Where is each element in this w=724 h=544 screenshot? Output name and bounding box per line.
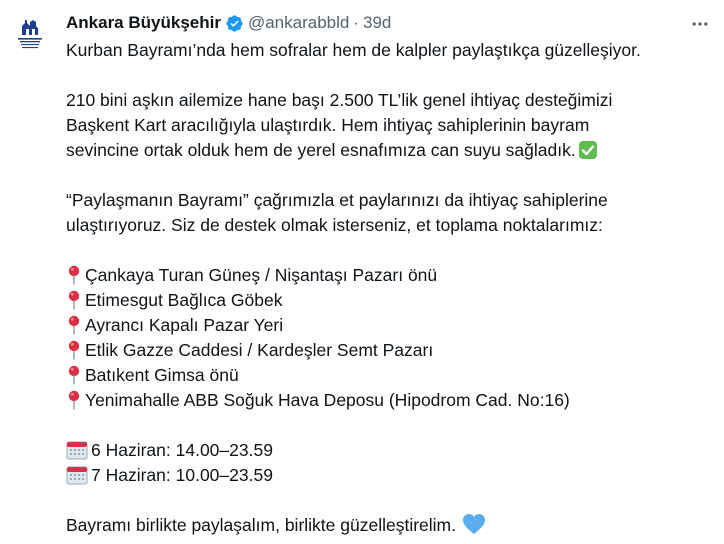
tweet-line: “Paylaşmanın Bayramı” çağrımızla et payl… [66,190,608,210]
location-item: Yenimahalle ABB Soğuk Hava Deposu (Hipod… [66,388,716,413]
location-label: Ayrancı Kapalı Pazar Yeri [85,315,284,335]
date-label: 6 Haziran: 14.00–23.59 [91,440,273,460]
location-label: Yenimahalle ABB Soğuk Hava Deposu (Hipod… [85,390,570,410]
location-item: Etlik Gazze Caddesi / Kardeşler Semt Paz… [66,338,716,363]
ankara-logo-icon [18,20,42,49]
location-label: Etimesgut Bağlıca Göbek [85,290,283,310]
location-label: Batıkent Gimsa önü [85,365,239,385]
author-handle[interactable]: @ankarabbld [248,12,349,34]
tweet-closing: Bayramı birlikte paylaşalım, birlikte gü… [66,513,716,538]
tweet-line: 210 bini aşkın ailemize hane başı 2.500 … [66,90,613,110]
author-display-name[interactable]: Ankara Büyükşehir [66,12,221,34]
location-item: Batıkent Gimsa önü [66,363,716,388]
location-label: Etlik Gazze Caddesi / Kardeşler Semt Paz… [85,340,434,360]
avatar[interactable] [10,14,50,54]
tweet-line-text: sevincine ortak olduk hem de yerel esnaf… [66,140,576,160]
location-item: Ayrancı Kapalı Pazar Yeri [66,313,716,338]
blue-heart-icon [462,513,486,542]
date-item: 6 Haziran: 14.00–23.59 [66,438,716,463]
tweet-line: ulaştırıyoruz. Siz de destek olmak ister… [66,215,603,235]
location-label: Çankaya Turan Güneş / Nişantaşı Pazarı ö… [85,265,438,285]
round-pushpin-icon [66,390,82,417]
verified-badge-icon[interactable] [225,14,244,33]
closing-text: Bayramı birlikte paylaşalım, birlikte gü… [66,515,456,535]
check-mark-button-icon [578,140,598,167]
tweet-paragraph: Kurban Bayramı’nda hem sofralar hem de k… [66,40,641,60]
date-item: 7 Haziran: 10.00–23.59 [66,463,716,488]
tweet-header: Ankara Büyükşehir @ankarabbld · 39d [66,12,391,34]
tweet-line: sevincine ortak olduk hem de yerel esnaf… [66,138,716,163]
calendar-icon [66,465,88,492]
header-separator: · [353,13,360,32]
tweet-text: Kurban Bayramı’nda hem sofralar hem de k… [66,38,716,538]
tweet-timestamp[interactable]: 39d [363,12,391,34]
location-item: Çankaya Turan Güneş / Nişantaşı Pazarı ö… [66,263,716,288]
date-label: 7 Haziran: 10.00–23.59 [91,465,273,485]
location-item: Etimesgut Bağlıca Göbek [66,288,716,313]
tweet-line: Başkent Kart aracılığıyla ulaştırdık. He… [66,115,590,135]
more-options-icon[interactable] [688,12,712,36]
